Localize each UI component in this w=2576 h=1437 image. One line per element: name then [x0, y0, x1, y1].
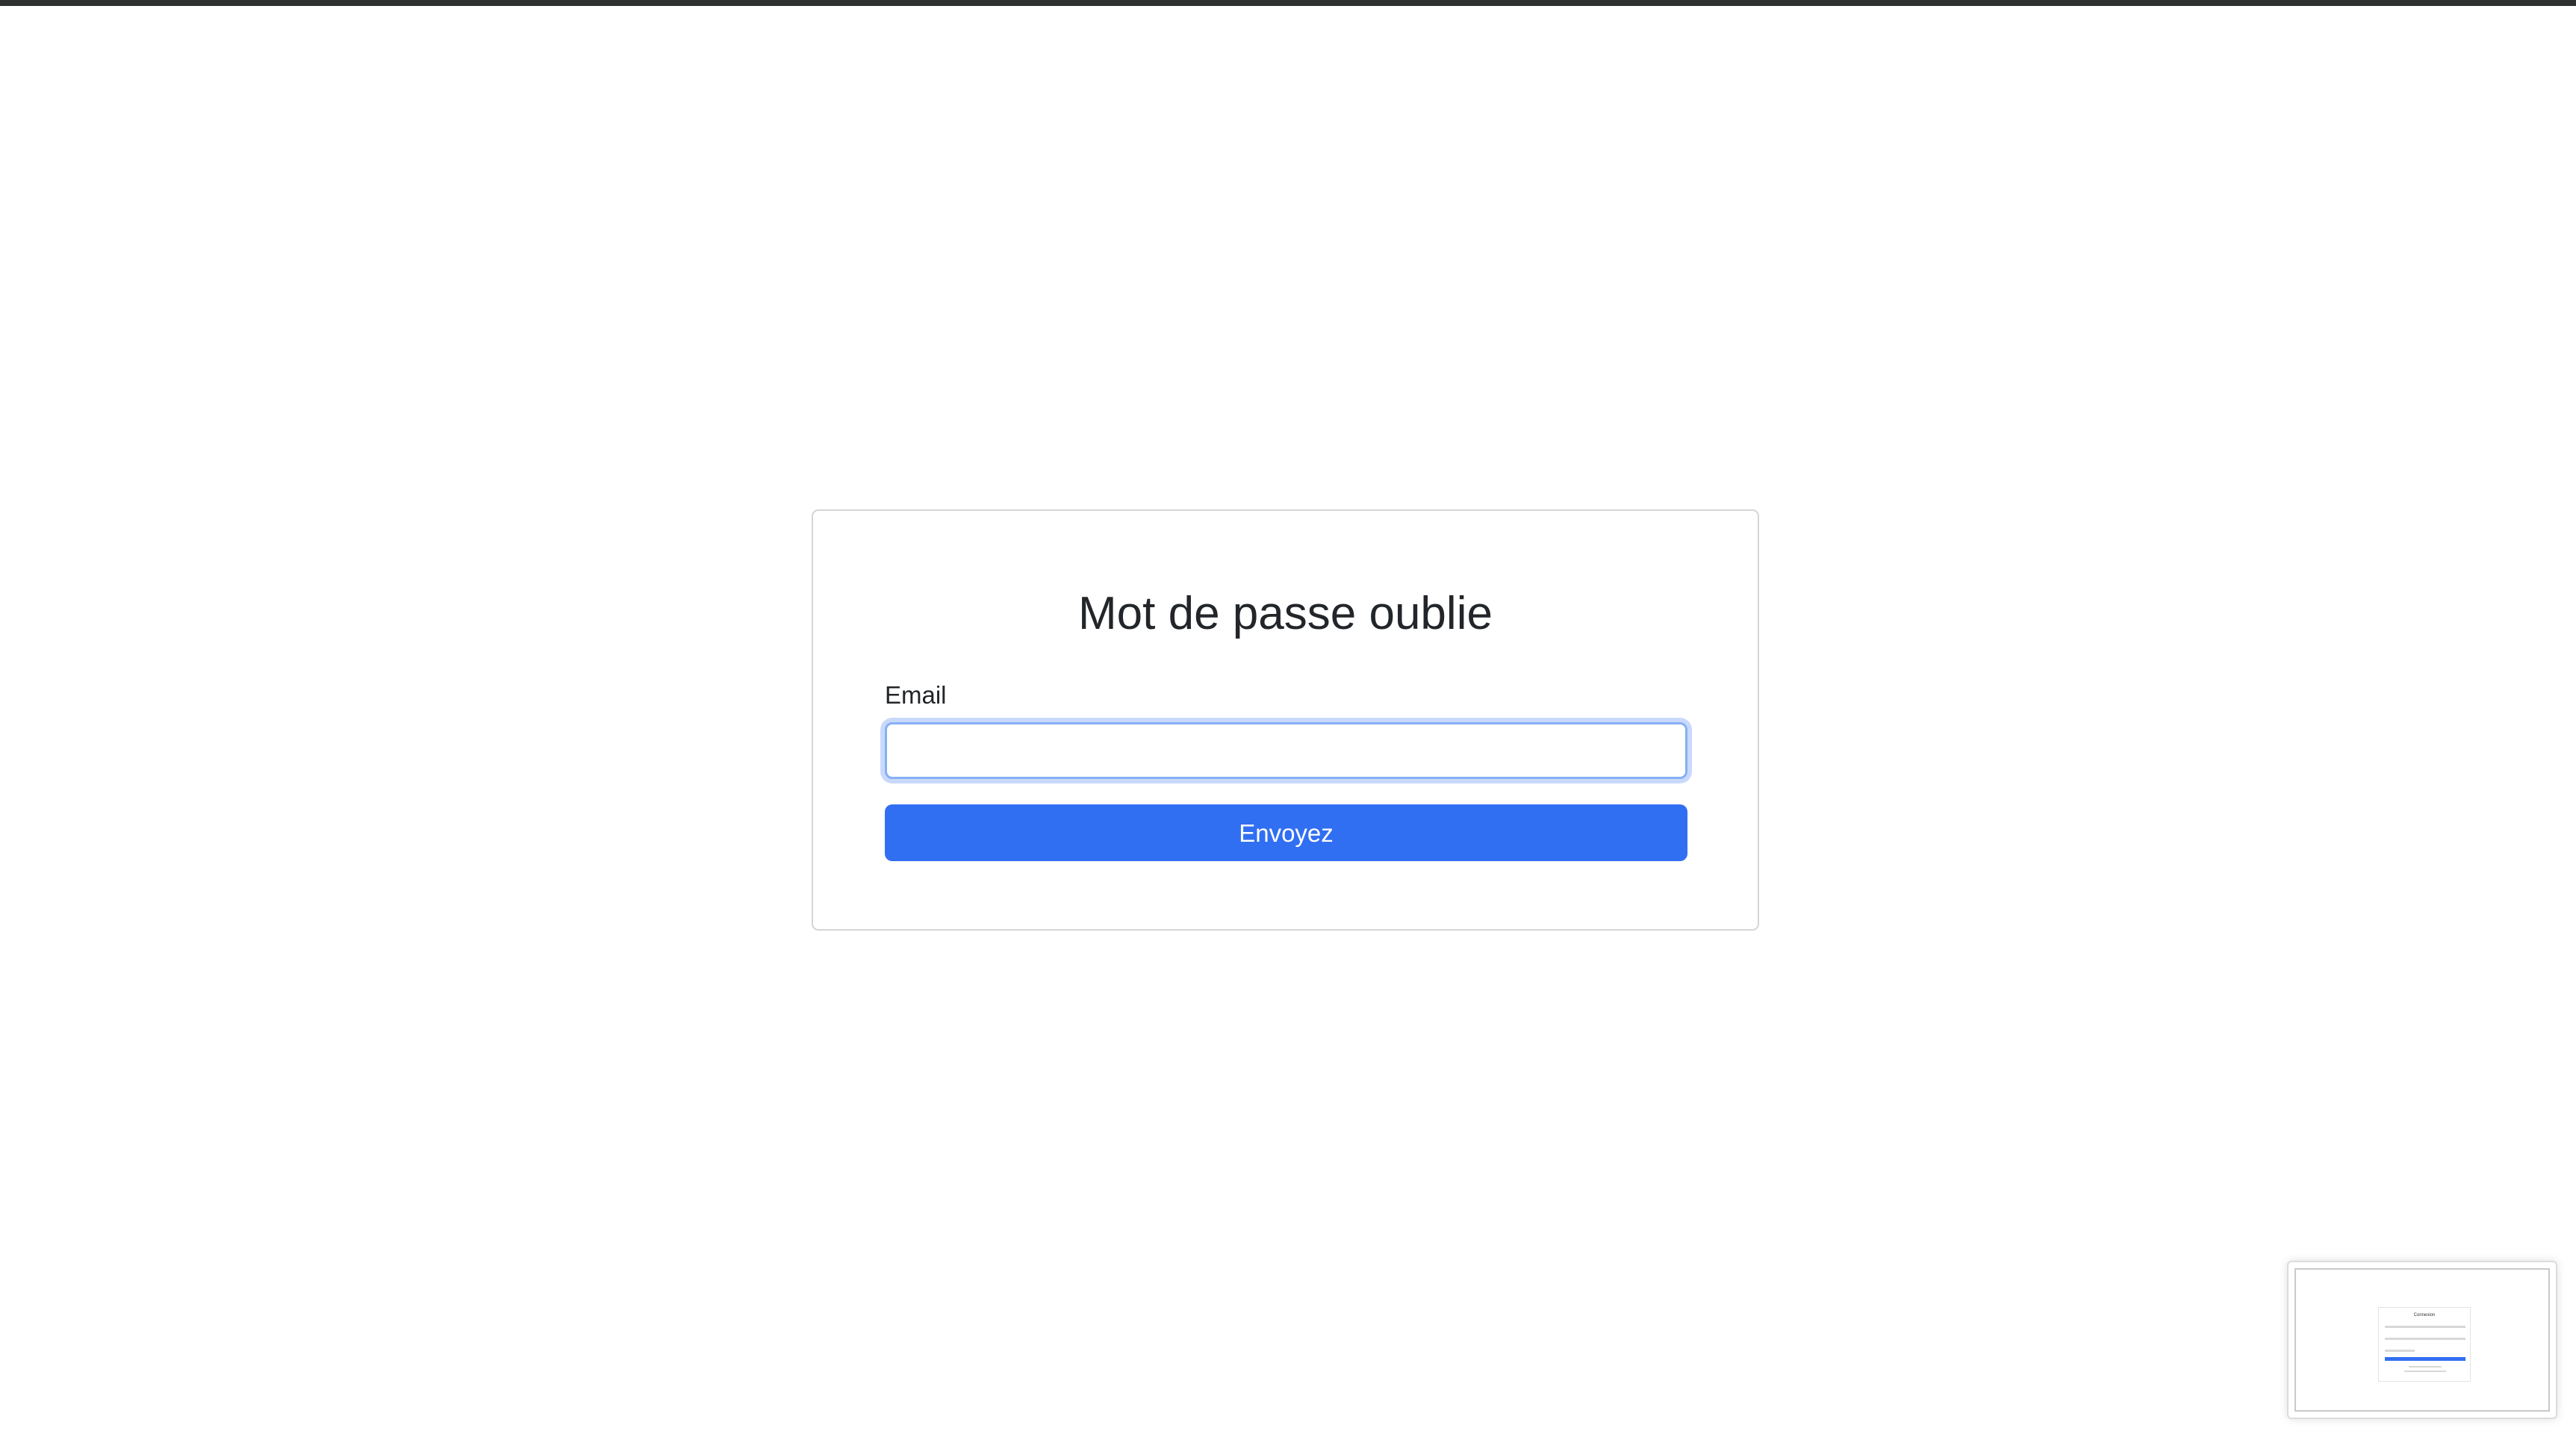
window-top-bar: [0, 0, 2576, 6]
preview-text-line: [2385, 1350, 2415, 1352]
email-label: Email: [885, 681, 947, 709]
preview-text-line: [2404, 1371, 2446, 1372]
preview-frame: Connexion: [2295, 1268, 2550, 1412]
forgot-password-card: Mot de passe oublie Email Envoyez: [812, 509, 1759, 931]
preview-input-line: [2385, 1326, 2465, 1328]
preview-input-line: [2385, 1338, 2465, 1340]
preview-button: [2385, 1357, 2465, 1361]
page-preview-thumbnail[interactable]: Connexion: [2287, 1261, 2557, 1419]
page-title: Mot de passe oublie: [1078, 588, 1493, 639]
preview-login-card: Connexion: [2378, 1307, 2471, 1382]
preview-text-line: [2409, 1366, 2442, 1368]
email-field[interactable]: [885, 722, 1687, 779]
submit-button[interactable]: Envoyez: [885, 804, 1687, 861]
preview-title: Connexion: [2413, 1313, 2436, 1317]
